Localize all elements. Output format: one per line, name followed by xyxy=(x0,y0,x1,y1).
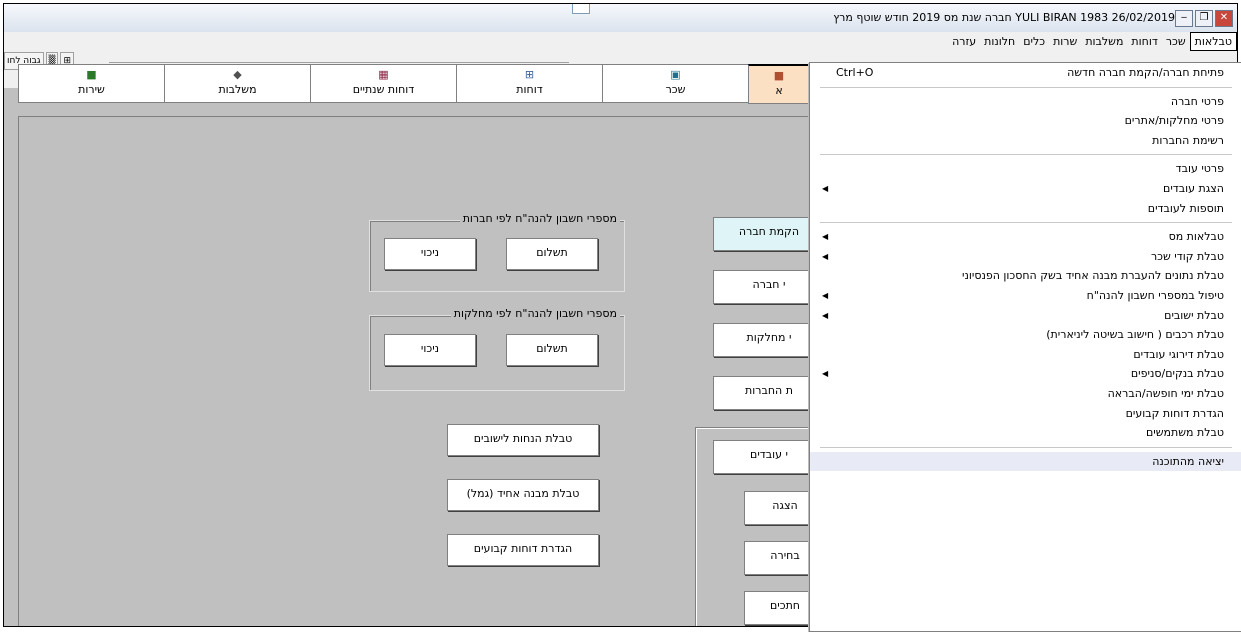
tab-3[interactable]: ▦ דוחות שנתיים xyxy=(310,64,456,103)
dropdown-item-18[interactable]: טבלת ימי חופשה/הבראה xyxy=(810,384,1241,404)
submenu-arrow-icon: ◀ xyxy=(822,251,829,261)
dropdown-item-label: רשימת החברות xyxy=(1152,133,1224,147)
reports-icon: ⊞ xyxy=(524,68,535,81)
menu-item-0[interactable]: טבלאות xyxy=(1189,32,1237,51)
close-icon[interactable]: ✕ xyxy=(1215,10,1233,27)
dropdown-item-4[interactable]: רשימת החברות xyxy=(810,131,1241,151)
dropdown-item-label: הצגת עובדים xyxy=(1163,181,1224,195)
restore-icon[interactable]: ❐ xyxy=(1195,10,1213,27)
dropdown-item-14[interactable]: טבלת ישובים ◀ xyxy=(810,306,1241,326)
dropdown-item-label: טבלת בנקים/סניפים xyxy=(1130,367,1224,381)
title-bar: 26/02/2019 YULI BIRAN 1983 חברה שנת מס 2… xyxy=(4,4,1237,33)
dropdown-item-10[interactable]: טבלאות מס ◀ xyxy=(810,227,1241,247)
department-deduction-button[interactable]: ניכוי xyxy=(384,334,476,366)
service-icon: ■ xyxy=(86,68,97,81)
integration-icon: ◆ xyxy=(233,68,242,81)
department-payment-button[interactable]: תשלום xyxy=(506,334,598,366)
dropdown-item-3[interactable]: פרטי מחלקות/אתרים xyxy=(810,111,1241,131)
dropdown-item-2[interactable]: פרטי חברה xyxy=(810,92,1241,112)
dropdown-item-20[interactable]: טבלת משתמשים xyxy=(810,423,1241,443)
fixed-reports-button[interactable]: הגדרת דוחות קבועים xyxy=(447,534,599,566)
dropdown-item-label: טבלת רכבים ( חישוב בשיטה ליניארית) xyxy=(1046,328,1224,342)
menu-separator xyxy=(820,86,1232,88)
provident-structure-button[interactable]: טבלת מבנה אחיד (גמל) xyxy=(447,479,599,511)
tab-1[interactable]: ▣ שכר xyxy=(602,64,748,103)
dropdown-item-label: טבלת קודי שכר xyxy=(1150,249,1224,263)
shortcut-label: Ctrl+O xyxy=(836,66,874,79)
dropdown-item-label: טבלת ימי חופשה/הבראה xyxy=(1107,386,1224,400)
tab-label: א xyxy=(775,84,783,97)
submenu-arrow-icon: ◀ xyxy=(822,369,829,379)
title-notch xyxy=(572,4,590,14)
dropdown-item-15[interactable]: טבלת רכבים ( חישוב בשיטה ליניארית) xyxy=(810,325,1241,345)
toolbar-divider xyxy=(109,62,569,63)
tab-0[interactable]: ■ א xyxy=(748,64,810,104)
dropdown-item-label: טיפול במספרי חשבון להנה"ח xyxy=(1086,288,1224,302)
dropdown-item-label: פתיחת חברה/הקמת חברה חדשה xyxy=(1067,66,1224,79)
menu-separator xyxy=(820,222,1232,224)
menu-separator xyxy=(820,446,1232,448)
annual-reports-icon: ▦ xyxy=(378,68,389,81)
tab-5[interactable]: ■ שירות xyxy=(18,64,164,103)
menu-item-1[interactable]: שכר xyxy=(1162,33,1190,51)
dropdown-item-label: הגדרת דוחות קבועים xyxy=(1125,406,1224,420)
dropdown-item-19[interactable]: הגדרת דוחות קבועים xyxy=(810,404,1241,424)
tab-label: משלבות xyxy=(218,83,257,96)
dropdown-item-7[interactable]: הצגת עובדים ◀ xyxy=(810,179,1241,199)
menu-item-4[interactable]: שרות xyxy=(1049,33,1081,51)
dropdown-item-16[interactable]: טבלת דירוגי עובדים xyxy=(810,345,1241,365)
company-accounts-group: מספרי חשבון להנה"ח לפי חברות ניכוי תשלום xyxy=(369,212,625,292)
company-deduction-button[interactable]: ניכוי xyxy=(384,238,476,270)
settlement-discounts-button[interactable]: טבלת הנחות לישובים xyxy=(447,424,599,456)
window-title: 26/02/2019 YULI BIRAN 1983 חברה שנת מס 2… xyxy=(833,11,1175,24)
payroll-icon: ▣ xyxy=(670,68,681,81)
dropdown-item-label: פרטי חברה xyxy=(1170,94,1224,108)
dropdown-item-6[interactable]: פרטי עובד xyxy=(810,159,1241,179)
menu-item-7[interactable]: עזרה xyxy=(948,33,980,51)
tab-label: שכר xyxy=(665,83,686,96)
submenu-arrow-icon: ◀ xyxy=(822,290,829,300)
dropdown-item-label: פרטי מחלקות/אתרים xyxy=(1124,114,1224,128)
person-icon: ■ xyxy=(773,69,785,82)
dropdown-item-label: תוספות לעובדים xyxy=(1147,201,1224,215)
department-accounts-title: מספרי חשבון להנה"ח לפי מחלקות xyxy=(450,307,620,320)
dropdown-item-17[interactable]: טבלת בנקים/סניפים ◀ xyxy=(810,364,1241,384)
department-accounts-group: מספרי חשבון להנה"ח לפי מחלקות ניכוי תשלו… xyxy=(369,307,625,391)
submenu-arrow-icon: ◀ xyxy=(822,232,829,242)
dropdown-item-label: טבלאות מס xyxy=(1168,230,1224,244)
dropdown-item-label: טבלת משתמשים xyxy=(1146,426,1224,440)
company-accounts-title: מספרי חשבון להנה"ח לפי חברות xyxy=(459,212,620,225)
menu-separator xyxy=(820,154,1232,156)
menu-item-6[interactable]: חלונות xyxy=(980,33,1019,51)
module-tabs: ■ שירות ◆ משלבות ▦ דוחות שנתיים ⊞ דוחות ▣ שכר ■ א xyxy=(18,64,810,104)
dropdown-item-0[interactable]: פתיחת חברה/הקמת חברה חדשה Ctrl+O xyxy=(810,63,1241,83)
dropdown-item-label: טבלת דירוגי עובדים xyxy=(1133,347,1224,361)
dropdown-item-11[interactable]: טבלת קודי שכר ◀ xyxy=(810,247,1241,267)
tab-4[interactable]: ◆ משלבות xyxy=(164,64,310,103)
menu-item-3[interactable]: משלבות xyxy=(1081,33,1127,51)
dropdown-item-22[interactable]: יציאה מהתוכנה xyxy=(810,451,1241,472)
dropdown-item-label: פרטי עובד xyxy=(1175,162,1224,176)
tab-2[interactable]: ⊞ דוחות xyxy=(456,64,602,103)
tab-label: שירות xyxy=(78,83,105,96)
dropdown-item-12[interactable]: טבלת נתונים להעברת מבנה אחיד בשק החסכון … xyxy=(810,266,1241,286)
dropdown-item-label: יציאה מהתוכנה xyxy=(1152,454,1224,468)
dropdown-item-label: טבלת נתונים להעברת מבנה אחיד בשק החסכון … xyxy=(962,269,1224,283)
company-payment-button[interactable]: תשלום xyxy=(506,238,598,270)
tables-dropdown-menu: פתיחת חברה/הקמת חברה חדשה Ctrl+O פרטי חברה… xyxy=(809,62,1241,632)
submenu-arrow-icon: ◀ xyxy=(822,310,829,320)
tab-label: דוחות שנתיים xyxy=(352,83,415,96)
minimize-icon[interactable]: ‒ xyxy=(1175,10,1193,27)
menu-bar: טבלאותשכרדוחותמשלבותשרותכליםחלונותעזרה xyxy=(4,32,1237,53)
submenu-arrow-icon: ◀ xyxy=(822,183,829,193)
dropdown-item-13[interactable]: טיפול במספרי חשבון להנה"ח ◀ xyxy=(810,286,1241,306)
tab-label: דוחות xyxy=(516,83,543,96)
menu-item-5[interactable]: כלים xyxy=(1019,33,1049,51)
dropdown-item-8[interactable]: תוספות לעובדים xyxy=(810,199,1241,219)
dropdown-item-label: טבלת ישובים xyxy=(1164,308,1224,322)
main-panel: מספרי חשבון להנה"ח לפי חברות ניכוי תשלום… xyxy=(18,116,837,626)
menu-item-2[interactable]: דוחות xyxy=(1127,33,1161,51)
